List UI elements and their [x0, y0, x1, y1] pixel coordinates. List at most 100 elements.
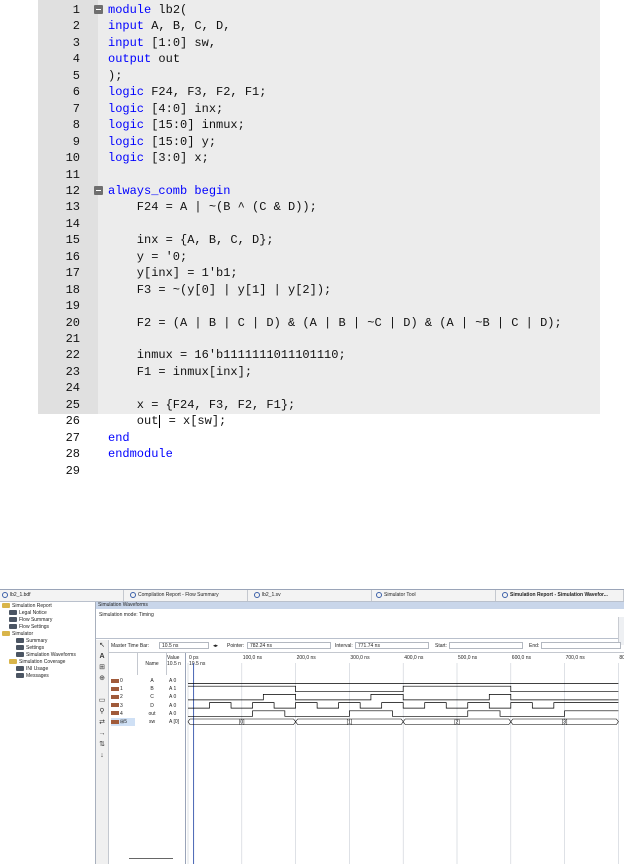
code-line[interactable]: 25 x = {F24, F3, F2, F1};: [38, 397, 600, 413]
code-line[interactable]: 10 logic [3:0] x;: [38, 150, 600, 166]
code-editor[interactable]: 1 module lb2(2 input A, B, C, D, 3 input [1:…: [38, 0, 600, 478]
code-line[interactable]: 11: [38, 167, 600, 183]
code-line[interactable]: 24: [38, 380, 600, 396]
end-field[interactable]: [541, 642, 621, 649]
code-line[interactable]: 8 logic [15:0] inmux;: [38, 117, 600, 133]
line-number: 24: [65, 381, 80, 396]
tab-simulator-tool[interactable]: Simulator Tool: [374, 590, 496, 601]
signal-row[interactable]: 1 B A 1: [109, 685, 187, 693]
code-line[interactable]: 28 endmodule: [38, 446, 600, 462]
pin-icon: [111, 678, 119, 683]
code-line[interactable]: 12 always_comb begin: [38, 183, 600, 199]
signal-name: sw: [148, 719, 156, 725]
horizontal-scrollbar[interactable]: [129, 858, 173, 862]
signal-row[interactable]: 3 D A 0: [109, 702, 187, 710]
fold-collapse-icon[interactable]: [94, 5, 103, 14]
code-line[interactable]: 22 inmux = 16'b1111111011101110;: [38, 347, 600, 363]
tree-item-simulation-report[interactable]: Simulation Report: [2, 603, 52, 610]
goto-icon[interactable]: →: [98, 730, 106, 738]
code-line[interactable]: 4 output out: [38, 51, 600, 67]
line-number: 21: [65, 332, 80, 346]
code-text: endmodule: [108, 446, 173, 462]
replace-icon[interactable]: ⇄: [98, 719, 106, 727]
sort-alpha-icon[interactable]: ↓: [98, 752, 106, 760]
fold-collapse-icon[interactable]: [94, 185, 103, 195]
pin-icon: [111, 719, 119, 724]
tree-item-ini-usage[interactable]: INI Usage: [16, 666, 48, 673]
code-line[interactable]: 29: [38, 463, 600, 479]
code-line[interactable]: 7 logic [4:0] inx;: [38, 101, 600, 117]
code-line[interactable]: 27 end: [38, 430, 600, 446]
code-token: = x[sw];: [161, 414, 227, 429]
code-line[interactable]: 15 inx = {A, B, C, D};: [38, 232, 600, 248]
code-text: output out: [108, 51, 180, 67]
line-number: 28: [65, 447, 80, 462]
find-icon[interactable]: ⚲: [98, 708, 106, 716]
pointer-field: 782.24 ns: [247, 642, 331, 649]
tree-item-legal-notice[interactable]: Legal Notice: [9, 610, 47, 617]
code-text: logic [4:0] inx;: [108, 101, 223, 117]
simulation-mode-text: Simulation mode: Timing: [96, 609, 624, 645]
code-line[interactable]: 9 logic [15:0] y;: [38, 134, 600, 150]
tree-item-simulator[interactable]: Simulator: [2, 631, 33, 638]
code-text: y = '0;: [108, 249, 187, 265]
code-text: F2 = (A | B | C | D) & (A | B | ~C | D) …: [108, 315, 562, 331]
code-text: F1 = inmux[inx];: [108, 364, 252, 380]
signal-row[interactable]: 4 out A 0: [109, 710, 187, 718]
start-field[interactable]: [449, 642, 523, 649]
code-line[interactable]: 14: [38, 216, 600, 232]
name-column-header: Name: [137, 653, 167, 675]
code-line[interactable]: 21: [38, 331, 600, 347]
bus-value-label: [2]: [454, 720, 460, 726]
waveform-canvas[interactable]: 0 ps 100,0 ns 200,0 ns 300,0 ns 400,0 ns 500,…: [186, 653, 624, 864]
master-time-field[interactable]: 10.5 ns: [159, 642, 209, 649]
pointer-tool-icon[interactable]: ↖: [98, 642, 106, 650]
tab-compilation-report[interactable]: Compilation Report - Flow Summary: [126, 590, 248, 601]
tree-item-flow-summary[interactable]: Flow Summary: [9, 617, 52, 624]
zoom-tool-icon[interactable]: ⊕: [98, 675, 106, 683]
fullscreen-icon[interactable]: ▭: [98, 697, 106, 705]
line-number: 27: [65, 430, 80, 445]
code-line[interactable]: 1 module lb2(: [38, 2, 600, 18]
sort-icon[interactable]: ⇅: [98, 741, 106, 749]
code-line[interactable]: 26 out = x[sw];: [38, 413, 600, 429]
waveform-area[interactable]: Name Value 10.5 n 0 A A 0 1 B A 1 2 C A 0 3 D A 0 4 o…: [109, 653, 624, 864]
code-line[interactable]: 3 input [1:0] sw,: [38, 35, 600, 51]
tree-item-messages[interactable]: Messages: [16, 673, 49, 680]
signal-row[interactable]: 0 A A 0: [109, 677, 187, 685]
code-line[interactable]: 17 y[inx] = 1'b1;: [38, 265, 600, 281]
time-nav-buttons[interactable]: ◂▸: [213, 640, 218, 652]
tree-item-simulation-coverage[interactable]: Simulation Coverage: [9, 659, 65, 666]
signal-row[interactable]: ⊞5 sw A [0]: [109, 718, 187, 726]
code-line[interactable]: 23 F1 = inmux[inx];: [38, 364, 600, 380]
code-line[interactable]: 19: [38, 298, 600, 314]
line-number: 13: [65, 200, 80, 215]
pin-icon: [111, 711, 119, 716]
time-mark: 700,0 ns: [566, 655, 586, 661]
code-line[interactable]: 20 F2 = (A | B | C | D) & (A | B | ~C | …: [38, 315, 600, 331]
line-number: 16: [65, 249, 80, 264]
signal-row[interactable]: 2 C A 0: [109, 693, 187, 701]
tab-lb2-bdf[interactable]: lb2_1.bdf: [0, 590, 124, 601]
tab-lb2-sv[interactable]: lb2_1.sv: [250, 590, 372, 601]
code-line[interactable]: 5);: [38, 68, 600, 84]
value-column-header: Value 10.5 n: [167, 655, 181, 667]
code-line[interactable]: 18 F3 = ~(y[0] | y[1] | y[2]);: [38, 282, 600, 298]
time-mark: 400,0 ns: [404, 655, 424, 661]
grid-tool-icon[interactable]: ⊞: [98, 664, 106, 672]
tree-item-summary[interactable]: Summary: [16, 638, 47, 645]
line-number: 2: [72, 19, 80, 34]
tab-simulation-report[interactable]: Simulation Report - Simulation Wavefor..…: [498, 590, 624, 601]
code-line[interactable]: 2 input A, B, C, D,: [38, 18, 600, 34]
sv-file-icon: [254, 591, 260, 598]
keyword-token: output: [108, 52, 152, 67]
code-line[interactable]: 13 F24 = A | ~(B ^ (C & D));: [38, 199, 600, 215]
code-token: F2 = (A | B | C | D) & (A | B | ~C | D) …: [108, 315, 562, 330]
tree-item-settings[interactable]: Settings: [16, 645, 44, 652]
line-number: 26: [65, 414, 80, 429]
code-line[interactable]: 6 logic F24, F3, F2, F1;: [38, 84, 600, 100]
tree-item-simulation-waveforms[interactable]: Simulation Waveforms: [16, 652, 76, 659]
code-line[interactable]: 16 y = '0;: [38, 249, 600, 265]
tree-item-flow-settings[interactable]: Flow Settings: [9, 624, 49, 631]
text-tool-icon[interactable]: A: [98, 653, 106, 661]
